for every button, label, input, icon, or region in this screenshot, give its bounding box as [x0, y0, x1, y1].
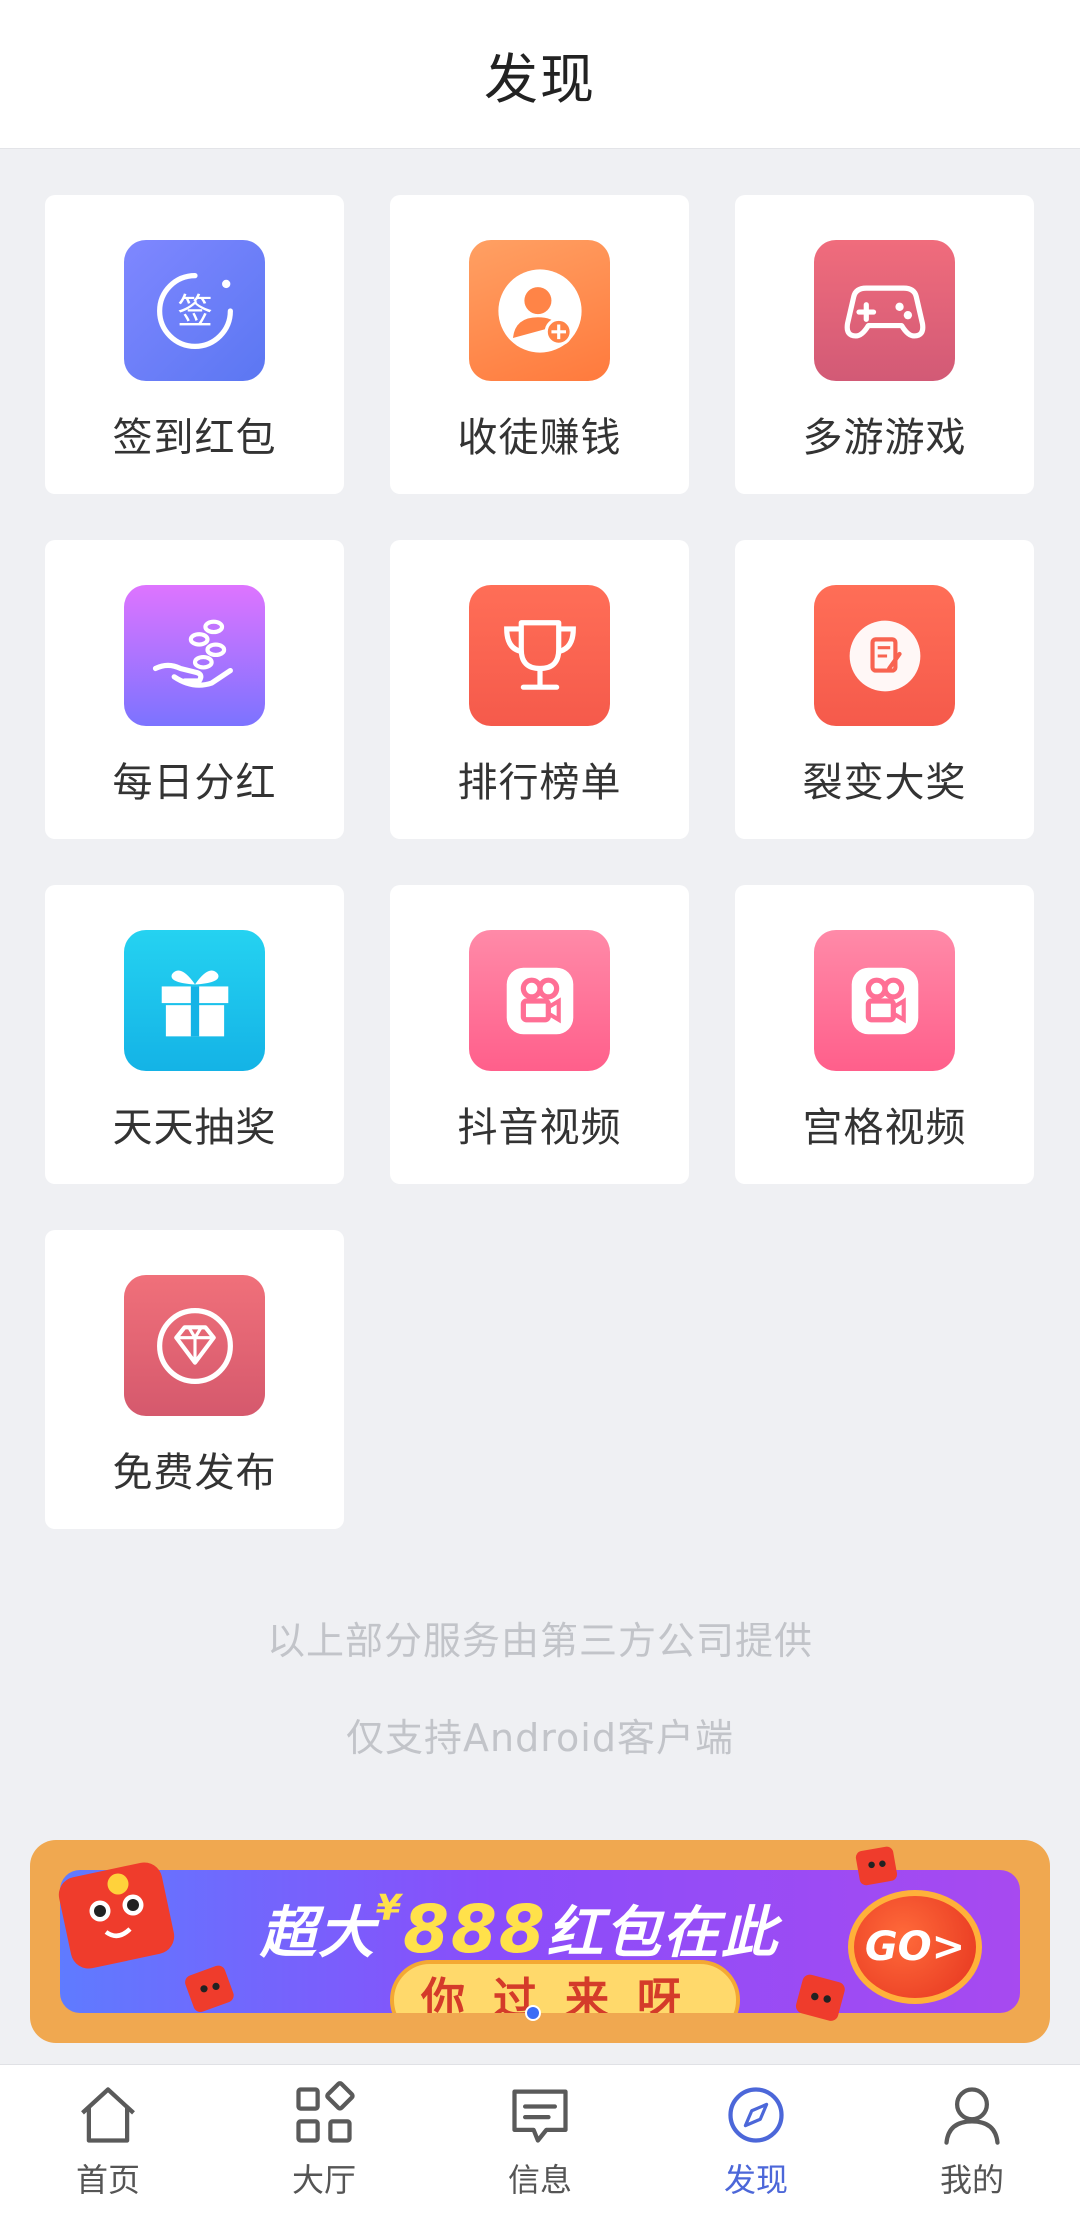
svg-text:签: 签 — [177, 291, 212, 332]
grid-item-label: 裂变大奖 — [802, 760, 967, 806]
video-camera-icon — [814, 930, 955, 1071]
page-title: 发现 — [484, 47, 596, 111]
tab-me[interactable]: 我的 — [864, 2065, 1080, 2240]
grid-item-label: 免费发布 — [112, 1450, 277, 1496]
banner-title: 超大¥888红包在此 — [260, 1888, 779, 1969]
grid-item-douyin-video[interactable]: 抖音视频 — [390, 885, 689, 1184]
tab-hall[interactable]: 大厅 — [216, 2065, 432, 2240]
tab-messages[interactable]: 信息 — [432, 2065, 648, 2240]
grid-item-label: 抖音视频 — [457, 1105, 622, 1151]
grid-item-label: 天天抽奖 — [112, 1105, 277, 1151]
gamepad-icon — [814, 240, 955, 381]
note-icon — [814, 585, 955, 726]
grid-item-label: 排行榜单 — [457, 760, 622, 806]
grid-item-games[interactable]: 多游游戏 — [735, 195, 1034, 494]
banner-go-button[interactable]: GO> — [848, 1890, 982, 2004]
grid-item-free-publish[interactable]: 免费发布 — [45, 1230, 344, 1529]
add-user-icon — [469, 240, 610, 381]
diamond-icon — [124, 1275, 265, 1416]
banner-page-indicator — [525, 2005, 541, 2021]
banner-title-prefix: 超大 — [260, 1901, 376, 1966]
red-envelope-icon — [185, 1965, 234, 2012]
tab-label: 发现 — [723, 2161, 788, 2199]
top-bar: 发现 — [0, 0, 1080, 149]
red-envelope-icon — [58, 1862, 175, 1969]
grid-icon — [296, 2081, 355, 2143]
trophy-icon — [469, 585, 610, 726]
banner-subtitle: 你过来呀 — [390, 1960, 740, 2013]
tab-label: 首页 — [75, 2161, 140, 2199]
red-envelope-icon — [795, 1974, 845, 2021]
home-icon — [81, 2087, 135, 2143]
grid-item-daily-lottery[interactable]: 天天抽奖 — [45, 885, 344, 1184]
video-camera-icon — [469, 930, 610, 1071]
grid-item-leaderboard[interactable]: 排行榜单 — [390, 540, 689, 839]
grid-item-fission-prize[interactable]: 裂变大奖 — [735, 540, 1034, 839]
grid-item-grid-video[interactable]: 宫格视频 — [735, 885, 1034, 1184]
third-party-notice: 以上部分服务由第三方公司提供 — [266, 1619, 813, 1663]
compass-icon — [728, 2087, 784, 2143]
tab-home[interactable]: 首页 — [0, 2065, 216, 2240]
tab-discover[interactable]: 发现 — [648, 2065, 864, 2240]
tab-label: 信息 — [507, 2161, 572, 2199]
grid-item-label: 签到红包 — [112, 415, 277, 461]
grid-item-label: 多游游戏 — [802, 415, 967, 461]
grid-item-label: 宫格视频 — [802, 1105, 967, 1151]
hand-coins-icon — [124, 585, 265, 726]
tab-label: 大厅 — [291, 2161, 356, 2199]
bottom-tab-bar: 首页 大厅 信息 发现 我的 — [0, 2064, 1080, 2240]
grid-item-sign-in-red-packet[interactable]: 签 签到红包 — [45, 195, 344, 494]
android-only-notice: 仅支持Android客户端 — [346, 1716, 734, 1760]
service-grid: 签 签到红包 收徒赚钱 多游游戏 每日分红 排行榜单 裂变大奖 天天抽奖 抖音视… — [45, 195, 1036, 1529]
sign-in-icon: 签 — [124, 240, 265, 381]
message-icon — [512, 2089, 568, 2143]
discover-page: 发现 签 签到红包 收徒赚钱 多游游戏 每日分红 排行榜单 裂变大奖 天天抽奖 … — [0, 0, 1080, 2240]
red-envelope-icon — [855, 1846, 898, 1886]
grid-item-recruit-earn[interactable]: 收徒赚钱 — [390, 195, 689, 494]
grid-item-label: 每日分红 — [112, 760, 277, 806]
user-icon — [944, 2087, 1000, 2145]
banner-amount: 888 — [403, 1891, 547, 1968]
grid-item-label: 收徒赚钱 — [457, 415, 622, 461]
gift-icon — [124, 930, 265, 1071]
tab-label: 我的 — [939, 2161, 1004, 2199]
banner-currency: ¥ — [376, 1888, 404, 1929]
grid-item-daily-dividend[interactable]: 每日分红 — [45, 540, 344, 839]
banner-title-suffix: 红包在此 — [546, 1901, 779, 1966]
